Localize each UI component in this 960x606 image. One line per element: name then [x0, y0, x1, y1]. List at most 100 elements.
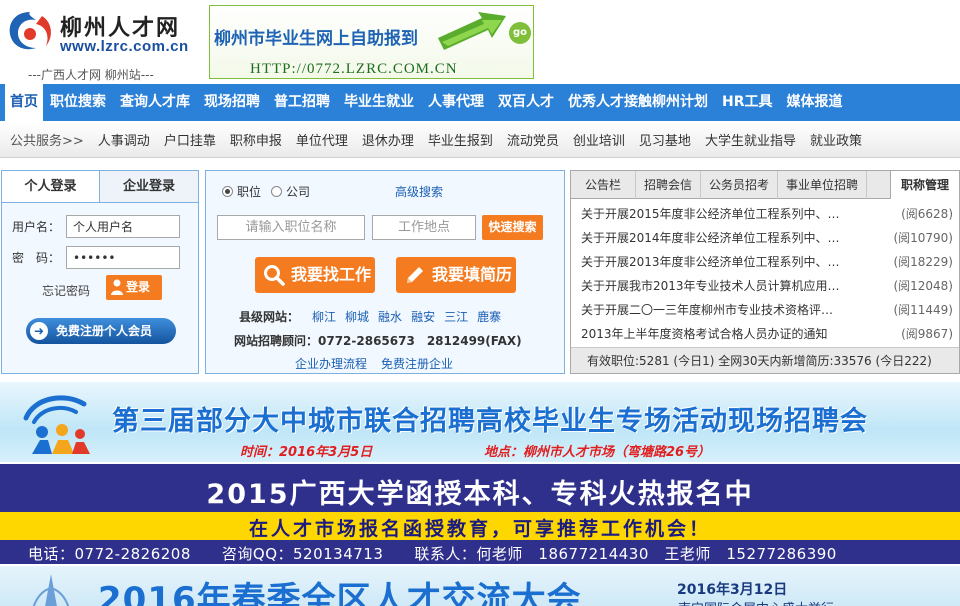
green-arrow-icon — [438, 12, 506, 50]
spring-fair-title: 2016年春季全区人才交流大会 — [98, 580, 582, 606]
username-input[interactable] — [66, 215, 180, 238]
job-fair-banner[interactable]: 第三届部分大中城市联合招聘高校毕业生专场活动现场招聘会 时间：2016年3月5日… — [0, 382, 960, 462]
company-process-link[interactable]: 企业办理流程 — [295, 355, 367, 372]
subnav-career-guide[interactable]: 大学生就业指导 — [698, 130, 803, 149]
subnav-retirement[interactable]: 退休办理 — [355, 130, 421, 149]
company-links: 企业办理流程 免费注册企业 — [295, 355, 453, 372]
subnav-unit-agency[interactable]: 单位代理 — [289, 130, 355, 149]
news-item[interactable]: 关于开展2015年度非公经济单位工程系列中、… (阅6628) — [581, 201, 953, 225]
nav-media[interactable]: 媒体报道 — [780, 84, 850, 121]
spring-fair-date: 2016年3月12日 — [677, 582, 788, 598]
subnav-hukou[interactable]: 户口挂靠 — [157, 130, 223, 149]
quick-search-button[interactable]: 快速搜索 — [482, 215, 543, 240]
find-job-button[interactable]: 我要找工作 — [255, 257, 375, 293]
user-icon — [111, 279, 123, 295]
news-views: (阅9867) — [901, 326, 953, 341]
nav-talent-query[interactable]: 查询人才库 — [113, 84, 197, 121]
news-views: (阅10790) — [893, 230, 953, 245]
job-fair-time: 时间：2016年3月5日 — [240, 445, 373, 460]
main-nav: 首页 职位搜索 查询人才库 现场招聘 普工招聘 毕业生就业 人事代理 双百人才 … — [0, 84, 960, 121]
password-input[interactable] — [66, 246, 180, 269]
nav-home[interactable]: 首页 — [5, 84, 43, 121]
correspondence-banner-top: 2015广西大学函授本科、专科火热报名中 — [0, 464, 960, 512]
job-keyword-input[interactable]: 请输入职位名称 — [217, 215, 365, 240]
username-row: 用户名： — [12, 215, 180, 238]
news-views: (阅12048) — [893, 278, 953, 293]
nav-talent-plan[interactable]: 优秀人才接触柳州计划 — [561, 84, 715, 121]
subnav-title-apply[interactable]: 职称申报 — [223, 130, 289, 149]
nav-general-worker[interactable]: 普工招聘 — [267, 84, 337, 121]
correspondence-title: 2015广西大学函授本科、专科火热报名中 — [206, 479, 754, 510]
advanced-search-link[interactable]: 高级搜索 — [395, 183, 443, 200]
subnav-startup-training[interactable]: 创业培训 — [566, 130, 632, 149]
news-item[interactable]: 关于开展2014年度非公经济单位工程系列中、… (阅10790) — [581, 225, 953, 249]
radio-company[interactable] — [271, 186, 283, 197]
nav-hr-tools[interactable]: HR工具 — [715, 84, 780, 121]
tab-personal-login[interactable]: 个人登录 — [2, 171, 100, 202]
county-link[interactable]: 柳江 — [312, 308, 336, 325]
county-sites: 县级网站： 柳江 柳城 融水 融安 三江 鹿寨 — [239, 308, 501, 325]
nav-double-hundred[interactable]: 双百人才 — [491, 84, 561, 121]
news-title: 关于开展我市2013年专业技术人员计算机应用… — [581, 278, 840, 293]
correspondence-subtitle: 在人才市场报名函授教育，可享推荐工作机会！ — [248, 518, 711, 540]
news-views: (阅18229) — [893, 254, 953, 269]
news-panel: 公告栏 招聘会信 公务员招考 事业单位招聘 职称管理 关于开展2015年度非公经… — [570, 170, 960, 374]
site-logo[interactable]: 柳州人才网 www.lzrc.com.cn ---广西人才网 柳州站--- — [6, 6, 196, 82]
radio-company-label: 公司 — [286, 185, 311, 199]
nav-hr-agency[interactable]: 人事代理 — [421, 84, 491, 121]
subnav-internship-base[interactable]: 见习基地 — [632, 130, 698, 149]
sub-nav: 公共服务>> 人事调动 户口挂靠 职称申报 单位代理 退休办理 毕业生报到 流动… — [0, 122, 960, 158]
site-stats: 有效职位:5281 (今日1) 全网30天内新增简历:33576 (今日222) — [571, 347, 959, 373]
recruit-hotline: 网站招聘顾问：0772-2865673 2812499(FAX) — [234, 334, 522, 348]
building-icon — [32, 574, 70, 606]
pencil-icon — [407, 267, 423, 283]
news-item[interactable]: 2013年上半年度资格考试合格人员办证的通知 (阅9867) — [581, 321, 953, 345]
nav-job-search[interactable]: 职位搜索 — [43, 84, 113, 121]
password-label: 密 码： — [12, 251, 61, 265]
news-item[interactable]: 关于开展2013年度非公经济单位工程系列中、… (阅18229) — [581, 249, 953, 273]
news-tabs: 公告栏 招聘会信 公务员招考 事业单位招聘 职称管理 — [571, 171, 959, 199]
nav-onsite-recruit[interactable]: 现场招聘 — [197, 84, 267, 121]
radio-job[interactable] — [222, 186, 233, 197]
news-views: (阅6628) — [901, 206, 953, 221]
subnav-transfer[interactable]: 人事调动 — [91, 130, 157, 149]
county-link[interactable]: 柳城 — [345, 308, 369, 325]
subnav-policy[interactable]: 就业政策 — [803, 130, 869, 149]
county-link[interactable]: 融安 — [411, 308, 435, 325]
tab-title-management[interactable]: 职称管理 — [889, 171, 959, 199]
nav-graduate-jobs[interactable]: 毕业生就业 — [337, 84, 421, 121]
news-item[interactable]: 关于开展我市2013年专业技术人员计算机应用… (阅12048) — [581, 273, 953, 297]
tab-public-institution[interactable]: 事业单位招聘 — [778, 171, 868, 199]
correspondence-banner-mid: 在人才市场报名函授教育，可享推荐工作机会！ — [0, 512, 960, 540]
forgot-password-link[interactable]: 忘记密码 — [42, 282, 90, 299]
spring-fair-banner[interactable]: 2016年春季全区人才交流大会 2016年3月12日 南宁国际会展中心盛大举行 — [0, 566, 960, 606]
correspondence-banner-bottom: 电话：0772-2826208 咨询QQ：520134713 联系人：何老师 1… — [0, 540, 960, 564]
fill-resume-label: 我要填简历 — [432, 265, 513, 284]
tab-company-login[interactable]: 企业登录 — [100, 171, 198, 202]
news-item[interactable]: 关于开展二〇一三年度柳州市专业技术资格评… (阅11449) — [581, 297, 953, 321]
tab-job-fair[interactable]: 招聘会信 — [636, 171, 702, 199]
correspondence-banner[interactable]: 2015广西大学函授本科、专科火热报名中 在人才市场报名函授教育，可享推荐工作机… — [0, 464, 960, 564]
job-fair-place: 地点：柳州市人才市场（弯塘路26号） — [484, 445, 711, 460]
county-link[interactable]: 三江 — [444, 308, 468, 325]
login-button[interactable]: 登录 — [106, 275, 162, 300]
county-link[interactable]: 融水 — [378, 308, 402, 325]
fill-resume-button[interactable]: 我要填简历 — [396, 257, 516, 293]
location-input[interactable]: 工作地点 — [372, 215, 476, 240]
subnav-party-member[interactable]: 流动党员 — [500, 130, 566, 149]
tab-bulletin[interactable]: 公告栏 — [571, 171, 637, 199]
go-icon[interactable]: go — [509, 22, 531, 44]
register-personal-button[interactable]: ➜ 免费注册个人会员 — [26, 318, 176, 344]
correspondence-contact: 电话：0772-2826208 咨询QQ：520134713 联系人：何老师 1… — [28, 545, 837, 563]
radio-job-label: 职位 — [237, 185, 262, 199]
news-title: 关于开展2014年度非公经济单位工程系列中、… — [581, 230, 840, 245]
header: 柳州人才网 www.lzrc.com.cn ---广西人才网 柳州站--- 柳州… — [0, 0, 960, 82]
graduate-report-banner[interactable]: 柳州市毕业生网上自助报到 go HTTP://0772.LZRC.COM.CN — [209, 5, 534, 79]
logo-subtitle: ---广西人才网 柳州站--- — [28, 68, 154, 82]
subnav-graduate-report[interactable]: 毕业生报到 — [421, 130, 500, 149]
news-title: 关于开展2013年度非公经济单位工程系列中、… — [581, 254, 840, 269]
banner-title: 柳州市毕业生网上自助报到 — [214, 29, 418, 49]
county-link[interactable]: 鹿寨 — [477, 308, 501, 325]
tab-civil-service[interactable]: 公务员招考 — [701, 171, 779, 199]
company-register-link[interactable]: 免费注册企业 — [381, 355, 453, 372]
